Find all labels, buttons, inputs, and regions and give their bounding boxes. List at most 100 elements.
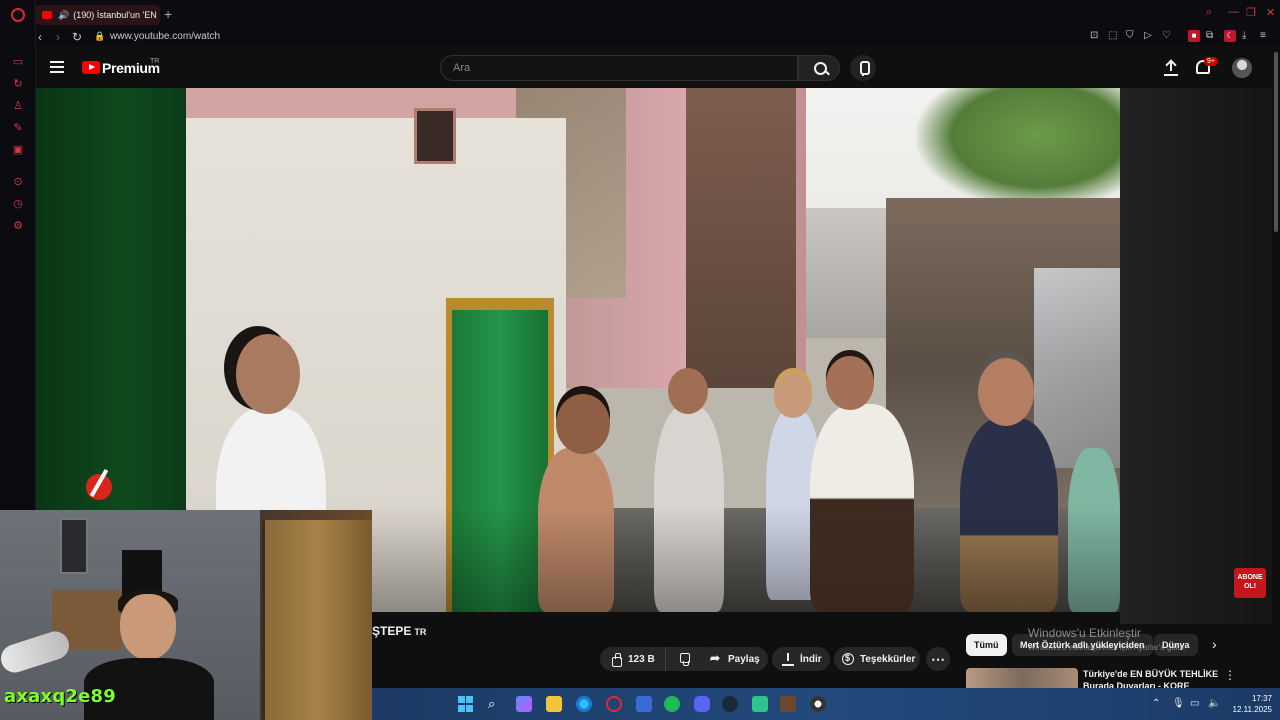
- thanks-icon: [842, 653, 854, 665]
- speaker-icon[interactable]: 🔊: [58, 10, 69, 21]
- play-icon[interactable]: ⊙: [12, 176, 24, 188]
- search-tabs-icon[interactable]: ⌕: [1206, 6, 1212, 19]
- thumb-up-icon: [610, 653, 622, 667]
- forward-icon[interactable]: ›: [56, 30, 60, 44]
- avatar[interactable]: [1232, 58, 1252, 78]
- upload-base: [1164, 74, 1178, 76]
- search-input[interactable]: Ara: [440, 55, 798, 81]
- share-button[interactable]: Paylaş: [700, 647, 768, 671]
- start-icon[interactable]: [458, 696, 474, 712]
- flag-icon[interactable]: ☾: [1224, 30, 1236, 42]
- download-button[interactable]: İndir: [772, 647, 830, 671]
- edge-icon[interactable]: [576, 696, 592, 712]
- tab-strip: 🔊 (190) İstanbul'un 'EN + ⌕ — ❐ ✕: [36, 0, 1280, 28]
- windows-taskbar: ⌕ ⌃ 🎙 ▭ 🔈 17:37 12.11.2025: [372, 688, 1280, 720]
- download-browser-icon[interactable]: ⤓: [1242, 30, 1246, 41]
- messenger-icon[interactable]: ▭: [12, 56, 24, 68]
- m-icon[interactable]: ▣: [12, 144, 24, 156]
- scene-auntie-head: [826, 356, 874, 410]
- scene-boy-head: [556, 394, 610, 454]
- thanks-label: Teşekkürler: [860, 653, 916, 665]
- channel-watermark-icon[interactable]: [86, 468, 114, 500]
- chevron-right-icon[interactable]: ›: [1212, 636, 1217, 652]
- reload-icon[interactable]: ↻: [72, 30, 82, 44]
- maximize-icon[interactable]: ❐: [1246, 6, 1256, 19]
- app-green-icon[interactable]: [752, 696, 768, 712]
- steam-icon[interactable]: [722, 696, 738, 712]
- close-icon[interactable]: ✕: [1266, 6, 1275, 19]
- clock-date: 12.11.2025: [1232, 705, 1272, 714]
- ext-badge-icon[interactable]: ■: [1188, 30, 1200, 42]
- heart-icon[interactable]: ♡: [1162, 30, 1171, 41]
- opera-taskbar-icon[interactable]: [606, 696, 622, 712]
- webcam-overlay: axaxq2e89: [0, 510, 372, 720]
- tray-mic-icon[interactable]: 🎙: [1172, 698, 1185, 709]
- scene-tarp: [1034, 268, 1120, 468]
- recommendation-more-icon[interactable]: ⋮: [1224, 668, 1236, 682]
- chip-all[interactable]: Tümü: [966, 634, 1007, 656]
- new-tab-button[interactable]: +: [164, 6, 172, 22]
- bookmark-icon[interactable]: ⊡: [1090, 30, 1098, 41]
- thanks-button[interactable]: Teşekkürler: [834, 647, 920, 671]
- tab-youtube[interactable]: 🔊 (190) İstanbul'un 'EN: [36, 5, 160, 25]
- history-icon[interactable]: ◷: [12, 198, 24, 210]
- taskbar-search-icon[interactable]: ⌕: [488, 696, 504, 712]
- dislike-button[interactable]: [666, 653, 702, 666]
- url-field[interactable]: www.youtube.com/watch: [110, 31, 220, 42]
- youtube-favicon-icon: [42, 11, 52, 19]
- notification-badge: 9+: [1204, 57, 1218, 66]
- refresh-icon[interactable]: ↻: [12, 78, 24, 90]
- tray-chevron-icon[interactable]: ⌃: [1152, 698, 1160, 709]
- youtube-logo-icon[interactable]: [82, 61, 100, 74]
- more-actions-button[interactable]: ⋯: [926, 647, 950, 671]
- opera-logo-icon[interactable]: [11, 8, 25, 22]
- download-icon: [782, 653, 794, 666]
- minimize-icon[interactable]: —: [1228, 6, 1239, 18]
- cam-person-head: [120, 594, 176, 660]
- scroll-thumb[interactable]: [1274, 52, 1278, 232]
- thumb-down-icon: [678, 653, 690, 666]
- hamburger-menu-icon[interactable]: [50, 61, 64, 73]
- taskbar-clock[interactable]: 17:37 12.11.2025: [1222, 693, 1272, 715]
- menu-icon[interactable]: ≡: [1260, 30, 1266, 41]
- scene-stairs: [686, 88, 796, 388]
- brand-region: TR: [150, 58, 160, 65]
- play-ext-icon[interactable]: ▷: [1144, 30, 1152, 41]
- like-count: 123 B: [628, 653, 655, 665]
- mic-icon[interactable]: [850, 55, 876, 81]
- subscribe-badge[interactable]: ABONE OL!: [1234, 568, 1266, 598]
- search-icon[interactable]: [798, 55, 840, 81]
- spotify-icon[interactable]: [664, 696, 680, 712]
- bag-icon[interactable]: ♙: [12, 100, 24, 112]
- obs-icon[interactable]: [810, 696, 826, 712]
- recommendation-thumbnail[interactable]: [966, 668, 1078, 690]
- video-title-suffix: TR: [414, 627, 427, 637]
- tray-volume-icon[interactable]: 🔈: [1208, 698, 1220, 709]
- scene-woman-head: [774, 374, 812, 418]
- download-label: İndir: [800, 653, 822, 665]
- extensions-icon[interactable]: ⧉: [1206, 30, 1213, 41]
- scene-girl-head: [236, 334, 300, 414]
- windows-activate-subtitle: Windows'u etkinleştirmek için Ayarlar'a …: [1028, 643, 1187, 652]
- cam-wardrobe: [262, 520, 372, 720]
- video-title: ŞTEPE TR: [372, 624, 426, 638]
- copilot-icon[interactable]: [516, 696, 532, 712]
- webcam-username: axaxq2e89: [4, 686, 116, 707]
- tray-monitor-icon[interactable]: ▭: [1190, 698, 1199, 709]
- tab-title: (190) İstanbul'un 'EN: [73, 10, 157, 20]
- back-icon[interactable]: ‹: [38, 30, 42, 44]
- discord-icon[interactable]: [694, 696, 710, 712]
- snapshot-icon[interactable]: ⬚: [1108, 30, 1117, 41]
- store-icon[interactable]: [636, 696, 652, 712]
- file-explorer-icon[interactable]: [546, 696, 562, 712]
- edit-icon[interactable]: ✎: [12, 122, 24, 134]
- scene-tree: [916, 88, 1120, 208]
- app-brown-icon[interactable]: [780, 696, 796, 712]
- ambient-left: [36, 88, 186, 512]
- like-button[interactable]: 123 B: [600, 647, 666, 671]
- more-icon: ⋯: [931, 650, 945, 667]
- cam-poster: [60, 518, 88, 574]
- settings-icon[interactable]: ⚙: [12, 220, 24, 232]
- shield-icon[interactable]: ⛉: [1126, 30, 1134, 41]
- page-scrollbar[interactable]: [1272, 48, 1280, 688]
